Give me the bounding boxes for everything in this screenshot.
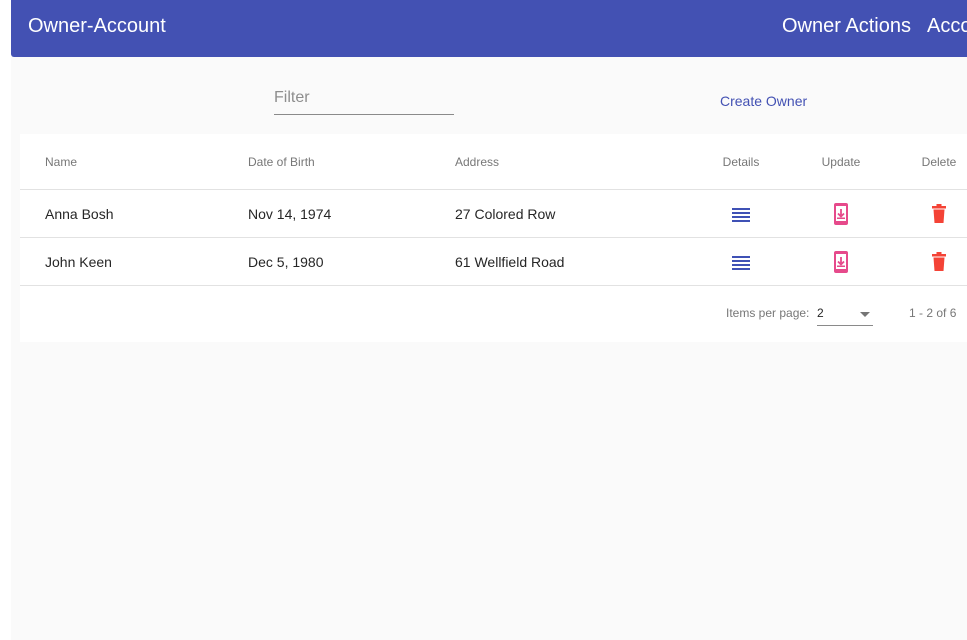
top-toolbar: Owner-Account Owner Actions Account Acti… <box>11 0 967 57</box>
header-delete: Delete <box>921 154 957 169</box>
cell-date-of-birth: Nov 14, 1974 <box>248 205 332 222</box>
page-range-label: 1 - 2 of 6 <box>909 306 957 320</box>
phone-download-icon[interactable] <box>829 202 853 226</box>
filter-field[interactable] <box>274 84 454 115</box>
header-name[interactable]: Name <box>45 134 77 189</box>
update-cell <box>813 238 869 285</box>
phone-download-icon[interactable] <box>829 250 853 274</box>
cell-name: John Keen <box>45 253 112 270</box>
delete-cell <box>911 190 967 237</box>
cell-date-of-birth: Dec 5, 1980 <box>248 253 324 270</box>
nav-account-actions[interactable]: Account Actions <box>927 0 967 55</box>
header-details: Details <box>722 154 760 169</box>
nav-owner-actions[interactable]: Owner Actions <box>782 0 911 55</box>
table-header-row: Name Date of Birth Address Details Updat… <box>20 134 967 190</box>
trash-icon[interactable] <box>927 202 951 226</box>
details-cell <box>713 238 769 285</box>
chevron-down-icon <box>860 312 870 317</box>
table-row: John Keen Dec 5, 1980 61 Wellfield Road <box>20 238 967 286</box>
app-title[interactable]: Owner-Account <box>28 0 166 55</box>
cell-address: 27 Colored Row <box>455 205 556 222</box>
cell-name: Anna Bosh <box>45 205 114 222</box>
filter-input[interactable] <box>274 86 454 110</box>
list-icon[interactable] <box>729 250 753 274</box>
trash-icon[interactable] <box>927 250 951 274</box>
header-date-of-birth[interactable]: Date of Birth <box>248 134 315 189</box>
items-per-page-label: Items per page: <box>726 306 810 320</box>
header-address[interactable]: Address <box>455 134 499 189</box>
delete-cell <box>911 238 967 285</box>
page-size-value: 2 <box>817 306 824 320</box>
owners-table: Name Date of Birth Address Details Updat… <box>20 134 967 342</box>
update-cell <box>813 190 869 237</box>
app-root: Owner-Account Owner Actions Account Acti… <box>11 0 967 640</box>
create-owner-link[interactable]: Create Owner <box>720 93 807 109</box>
table-row: Anna Bosh Nov 14, 1974 27 Colored Row <box>20 190 967 238</box>
cell-address: 61 Wellfield Road <box>455 253 565 270</box>
list-icon[interactable] <box>729 202 753 226</box>
header-update: Update <box>821 154 861 169</box>
page-size-select[interactable]: 2 <box>817 304 873 326</box>
details-cell <box>713 190 769 237</box>
